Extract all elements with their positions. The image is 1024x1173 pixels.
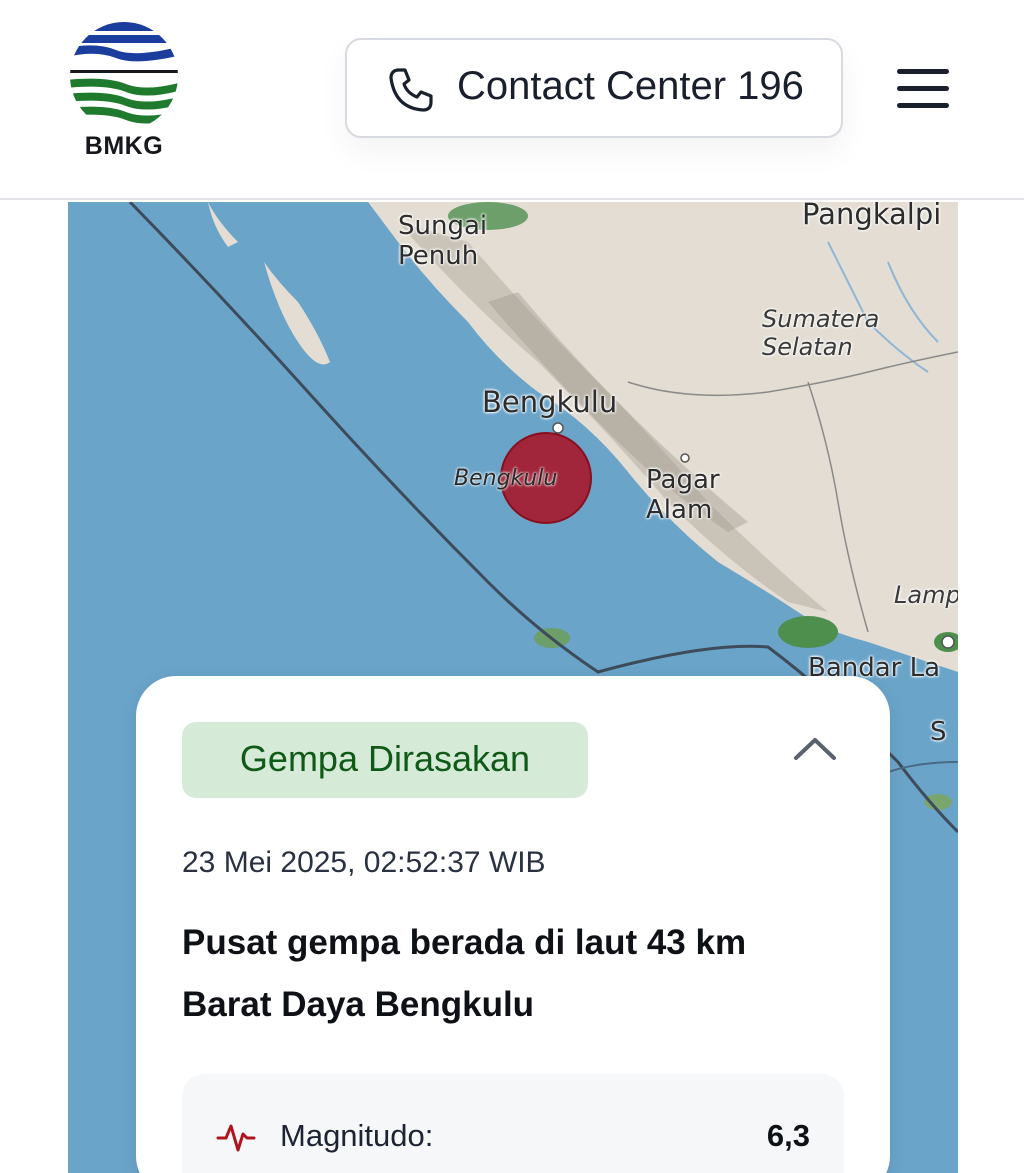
logo-text: BMKG — [84, 132, 164, 160]
bmkg-logo[interactable]: BMKG — [66, 18, 182, 160]
site-header: BMKG Contact Center 196 — [0, 0, 1024, 200]
magnitude-row: Magnitudo: 6,3 — [182, 1074, 844, 1173]
map-label-bengkulu-province: Bengkulu — [454, 466, 558, 491]
event-headline: Pusat gempa berada di laut 43 km Barat D… — [182, 923, 747, 1024]
map-label-bengkulu-city: Bengkulu — [482, 385, 618, 419]
felt-earthquake-badge: Gempa Dirasakan — [182, 722, 588, 798]
map-label-pangkalpinang: Pangkalpi — [802, 202, 942, 231]
map-label-pagar-alam: Pagar Alam — [646, 465, 720, 525]
earthquake-info-card: Gempa Dirasakan 23 Mei 2025, 02:52:37 WI… — [136, 676, 890, 1173]
phone-icon — [389, 68, 433, 112]
map-label-sumatera-selatan: Sumatera Selatan — [762, 305, 880, 361]
map-label-lampung: Lamp — [894, 581, 958, 609]
event-datetime: 23 Mei 2025, 02:52:37 WIB — [182, 846, 546, 879]
map-label-sungai-penuh: Sungai Penuh — [398, 211, 488, 271]
magnitude-value: 6,3 — [766, 1118, 810, 1153]
seismograph-icon — [216, 1124, 256, 1152]
map-label-edge: S — [930, 717, 947, 747]
contact-center-label: Contact Center 196 — [457, 64, 804, 108]
contact-center-button[interactable]: Contact Center 196 — [345, 38, 843, 138]
badge-label: Gempa Dirasakan — [239, 738, 531, 779]
bmkg-logo-icon — [70, 22, 178, 124]
magnitude-label: Magnitudo: — [280, 1118, 434, 1153]
chevron-up-icon[interactable] — [792, 732, 838, 764]
hamburger-menu-icon[interactable] — [893, 66, 953, 112]
